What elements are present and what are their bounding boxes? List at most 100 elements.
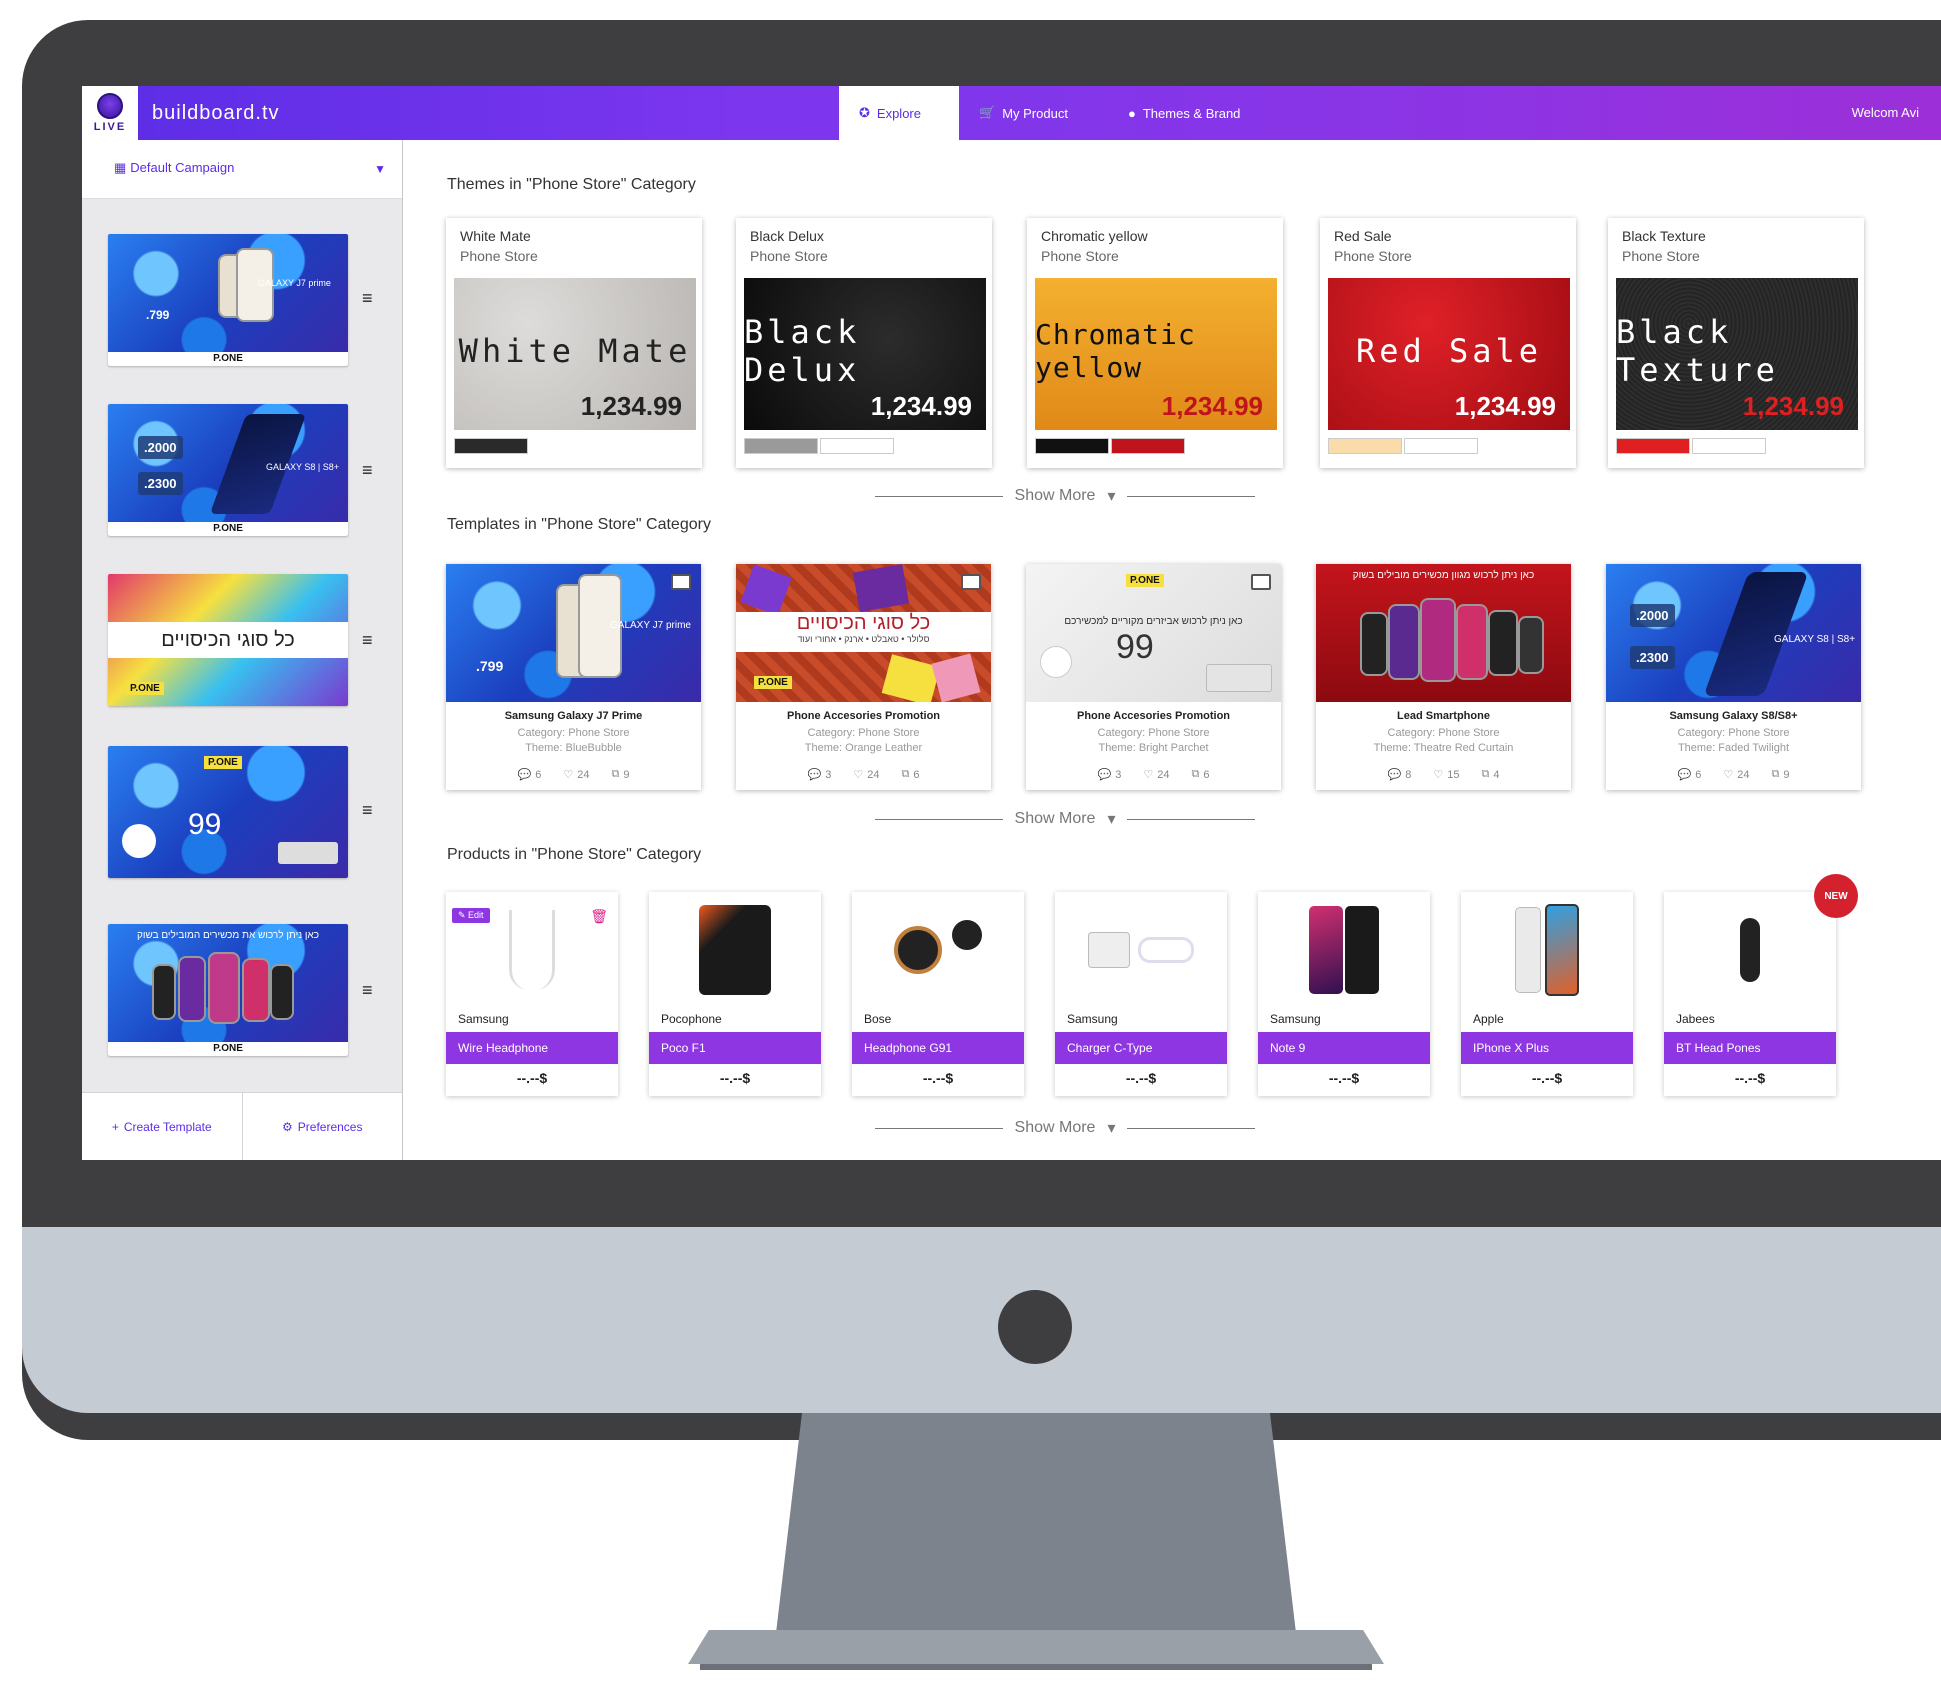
cable-image: [1138, 937, 1194, 963]
sidebar-template-thumb[interactable]: כל סוגי הכיסויים P.ONE: [108, 574, 348, 706]
likes-stat[interactable]: ♡ 24: [563, 768, 589, 782]
tab-explore[interactable]: ✪ Explore: [839, 86, 959, 140]
comments-stat[interactable]: 💬 8: [1388, 768, 1412, 782]
template-stats: 💬 6 ♡ 24 ⧉ 9: [1606, 768, 1861, 781]
main-content: Themes in "Phone Store" Category White M…: [403, 140, 1941, 1160]
product-brand: Samsung: [458, 1012, 509, 1026]
theme-preview: Chromatic yellow 1,234.99: [1035, 278, 1277, 430]
product-card[interactable]: Apple IPhone X Plus --.--$: [1461, 892, 1633, 1096]
campaign-dropdown[interactable]: ▦ Default Campaign ▼: [82, 140, 402, 199]
preferences-label: Preferences: [297, 1120, 363, 1134]
compass-icon: ✪: [859, 105, 870, 120]
color-swatch: [1616, 438, 1690, 454]
product-card[interactable]: Bose Headphone G91 --.--$: [852, 892, 1024, 1096]
tab-themes-brand[interactable]: ● Themes & Brand: [1108, 86, 1260, 140]
app-screen: LIVE buildboard.tv ✪ Explore 🛒 My Produc…: [82, 86, 1941, 1160]
show-more-label: Show More: [1014, 810, 1096, 827]
monitor-chin: [22, 1227, 1941, 1413]
ad-model-text: GALAXY J7 prime: [258, 278, 331, 288]
product-price: --.--$: [1328, 1070, 1360, 1086]
copies-stat[interactable]: ⧉ 9: [611, 768, 629, 781]
ad-headline: כאן ניתן לרכוש מגוון מכשירים מובילים בשו…: [1352, 570, 1535, 581]
theme-card[interactable]: White Mate Phone Store White Mate 1,234.…: [446, 218, 702, 468]
store-logo: P.ONE: [1126, 574, 1164, 587]
comments-stat[interactable]: 💬 6: [1678, 768, 1702, 782]
product-card[interactable]: Pocophone Poco F1 --.--$: [649, 892, 821, 1096]
comment-icon: 💬: [1097, 769, 1112, 781]
show-more-products[interactable]: Show More ▾: [875, 1118, 1256, 1138]
theme-card[interactable]: Red Sale Phone Store Red Sale 1,234.99: [1320, 218, 1576, 468]
phone-image: [1388, 604, 1420, 680]
template-category: Category: Phone Store: [1097, 727, 1210, 739]
ad-price-text: 99: [1116, 628, 1154, 666]
sidebar-template-thumb[interactable]: כאן ניתן לרכוש את מכשירים המובילים בשוק …: [108, 924, 348, 1056]
ad-headline: כל סוגי הכיסויים: [796, 612, 931, 634]
copies-stat[interactable]: ⧉ 6: [1191, 768, 1209, 781]
drag-handle-icon[interactable]: ≡: [362, 288, 373, 309]
caret-down-icon: ▾: [1107, 1120, 1116, 1137]
likes-stat[interactable]: ♡ 24: [1723, 768, 1750, 782]
template-card[interactable]: כאן ניתן לרכוש מגוון מכשירים מובילים בשו…: [1316, 564, 1571, 790]
likes-count: 24: [1737, 768, 1750, 781]
template-card[interactable]: .2000 .2300 GALAXY S8 | S8+ Samsung Gala…: [1606, 564, 1861, 790]
image-icon: [1251, 574, 1271, 590]
product-card[interactable]: Samsung Charger C-Type --.--$: [1055, 892, 1227, 1096]
tab-my-product[interactable]: 🛒 My Product: [959, 86, 1088, 140]
theme-preview-price: 1,234.99: [580, 391, 682, 421]
theme-category: Phone Store: [1041, 248, 1119, 264]
likes-stat[interactable]: ♡ 24: [853, 768, 879, 782]
likes-stat[interactable]: ♡ 15: [1433, 768, 1460, 782]
create-template-button[interactable]: + Create Template: [82, 1093, 243, 1160]
drag-handle-icon[interactable]: ≡: [362, 630, 373, 651]
product-card[interactable]: ✎ Edit 🗑 Samsung Wire Headphone --.--$: [446, 892, 618, 1096]
template-card[interactable]: כל סוגי הכיסויים סלולר • טאבלט • ארנק • …: [736, 564, 991, 790]
theme-category: Phone Store: [1622, 248, 1700, 264]
comments-stat[interactable]: 💬 3: [808, 768, 832, 782]
preferences-button[interactable]: ⚙ Preferences: [243, 1093, 403, 1160]
drag-handle-icon[interactable]: ≡: [362, 980, 373, 1001]
sidebar-template-thumb[interactable]: P.ONE 99: [108, 746, 348, 878]
comments-stat[interactable]: 💬 3: [1097, 768, 1122, 782]
template-card[interactable]: P.ONE כאן ניתן לרכוש אביזרים מקוריים למכ…: [1026, 564, 1281, 790]
trash-icon[interactable]: 🗑: [590, 908, 608, 925]
theme-category: Phone Store: [460, 248, 538, 264]
comments-count: 3: [1115, 768, 1122, 781]
theme-card[interactable]: Chromatic yellow Phone Store Chromatic y…: [1027, 218, 1283, 468]
template-card[interactable]: GALAXY J7 prime .799 Samsung Galaxy J7 P…: [446, 564, 701, 790]
template-category: Category: Phone Store: [807, 727, 920, 739]
ad-price-text: .799: [146, 308, 170, 322]
theme-preview: Black Texture 1,234.99: [1616, 278, 1858, 430]
theme-card[interactable]: Black Delux Phone Store Black Delux 1,23…: [736, 218, 992, 468]
comments-stat[interactable]: 💬 6: [518, 768, 542, 782]
monitor-stand-shadow: [700, 1664, 1372, 1670]
drag-handle-icon[interactable]: ≡: [362, 460, 373, 481]
copies-stat[interactable]: ⧉ 4: [1481, 768, 1499, 781]
copies-stat[interactable]: ⧉ 9: [1771, 768, 1789, 781]
campaign-name: Default Campaign: [130, 160, 235, 175]
color-swatch: [744, 438, 818, 454]
likes-count: 15: [1447, 768, 1460, 781]
copies-stat[interactable]: ⧉ 6: [901, 768, 919, 781]
phone-image: [178, 956, 206, 1022]
theme-card[interactable]: Black Texture Phone Store Black Texture …: [1608, 218, 1864, 468]
show-more-templates[interactable]: Show More ▾: [875, 809, 1256, 829]
tab-my-product-label: My Product: [1002, 105, 1068, 121]
template-preview: P.ONE כאן ניתן לרכוש אביזרים מקוריים למכ…: [1026, 564, 1281, 702]
likes-stat[interactable]: ♡ 24: [1143, 768, 1169, 782]
welcome-user[interactable]: Welcom Avi: [1852, 105, 1919, 120]
template-name: Lead Smartphone: [1397, 710, 1490, 722]
edit-button[interactable]: ✎ Edit: [452, 908, 490, 923]
sidebar-template-thumb[interactable]: .2000 .2300 GALAXY S8 | S8+ P.ONE: [108, 404, 348, 536]
product-card[interactable]: NEW Jabees BT Head Pones --.--$: [1664, 874, 1858, 1096]
template-preview: כאן ניתן לרכוש מגוון מכשירים מובילים בשו…: [1316, 564, 1571, 702]
copy-icon: ⧉: [1771, 768, 1780, 780]
product-price: --.--$: [516, 1070, 548, 1086]
product-card[interactable]: Samsung Note 9 --.--$: [1258, 892, 1430, 1096]
store-logo: P.ONE: [108, 352, 348, 366]
app-logo[interactable]: LIVE: [82, 86, 138, 140]
template-name: Samsung Galaxy S8/S8+: [1669, 710, 1798, 722]
phone-case-image: [852, 564, 910, 613]
drag-handle-icon[interactable]: ≡: [362, 800, 373, 821]
sidebar-template-thumb[interactable]: GALAXY J7 prime .799 P.ONE: [108, 234, 348, 366]
show-more-themes[interactable]: Show More ▾: [875, 486, 1256, 506]
